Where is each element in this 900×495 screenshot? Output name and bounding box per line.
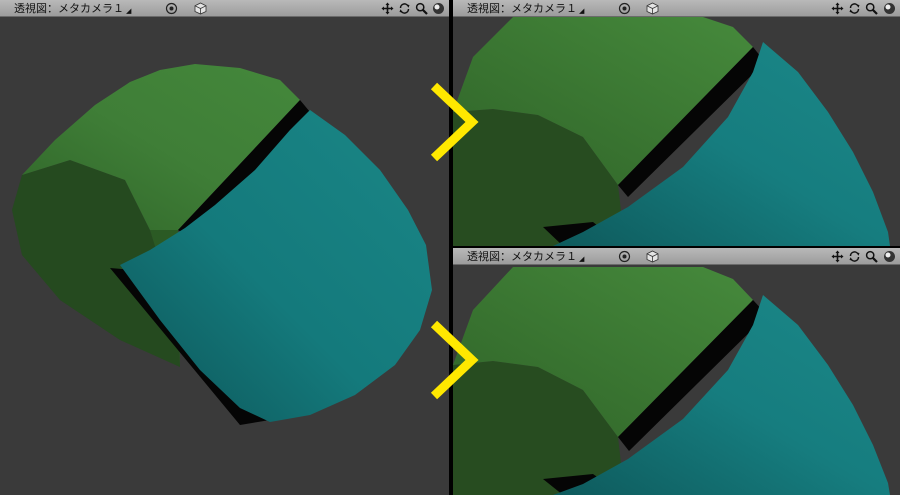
corner-mark-icon: ◢	[126, 7, 132, 15]
viewport-top-right[interactable]: 透視図：メタカメラ１ ◢	[453, 0, 900, 246]
pan-icon[interactable]	[380, 1, 395, 16]
rotate-icon[interactable]	[397, 1, 412, 16]
viewport-scene[interactable]	[453, 265, 900, 495]
target-icon[interactable]	[617, 1, 632, 16]
viewport-toolbar: 透視図：メタカメラ１ ◢	[453, 0, 900, 17]
cube-icon[interactable]	[645, 1, 660, 16]
viewport-toolbar: 透視図：メタカメラ１ ◢	[0, 0, 449, 17]
viewport-bottom-right[interactable]: 透視図：メタカメラ１ ◢	[453, 248, 900, 495]
cube-icon[interactable]	[645, 249, 660, 264]
zoom-icon[interactable]	[864, 1, 879, 16]
zoom-icon[interactable]	[864, 249, 879, 264]
corner-mark-icon: ◢	[579, 7, 585, 15]
pan-icon[interactable]	[830, 1, 845, 16]
arrow-right-icon	[430, 82, 479, 162]
arrow-right-icon	[430, 320, 479, 400]
viewport-toolbar: 透視図：メタカメラ１ ◢	[453, 248, 900, 265]
sphere-icon[interactable]	[431, 1, 446, 16]
rotate-icon[interactable]	[847, 1, 862, 16]
target-icon[interactable]	[617, 249, 632, 264]
scene-render	[12, 64, 432, 425]
corner-mark-icon: ◢	[579, 255, 585, 263]
scene-render	[453, 17, 890, 246]
sphere-icon[interactable]	[882, 249, 897, 264]
zoom-icon[interactable]	[414, 1, 429, 16]
scene-render	[453, 267, 890, 495]
viewport-main[interactable]: 透視図：メタカメラ１ ◢	[0, 0, 449, 495]
sphere-icon[interactable]	[882, 1, 897, 16]
target-icon[interactable]	[164, 1, 179, 16]
viewport-scene[interactable]	[453, 17, 900, 246]
pan-icon[interactable]	[830, 249, 845, 264]
viewport-scene[interactable]	[0, 17, 449, 495]
rotate-icon[interactable]	[847, 249, 862, 264]
cube-icon[interactable]	[193, 1, 208, 16]
